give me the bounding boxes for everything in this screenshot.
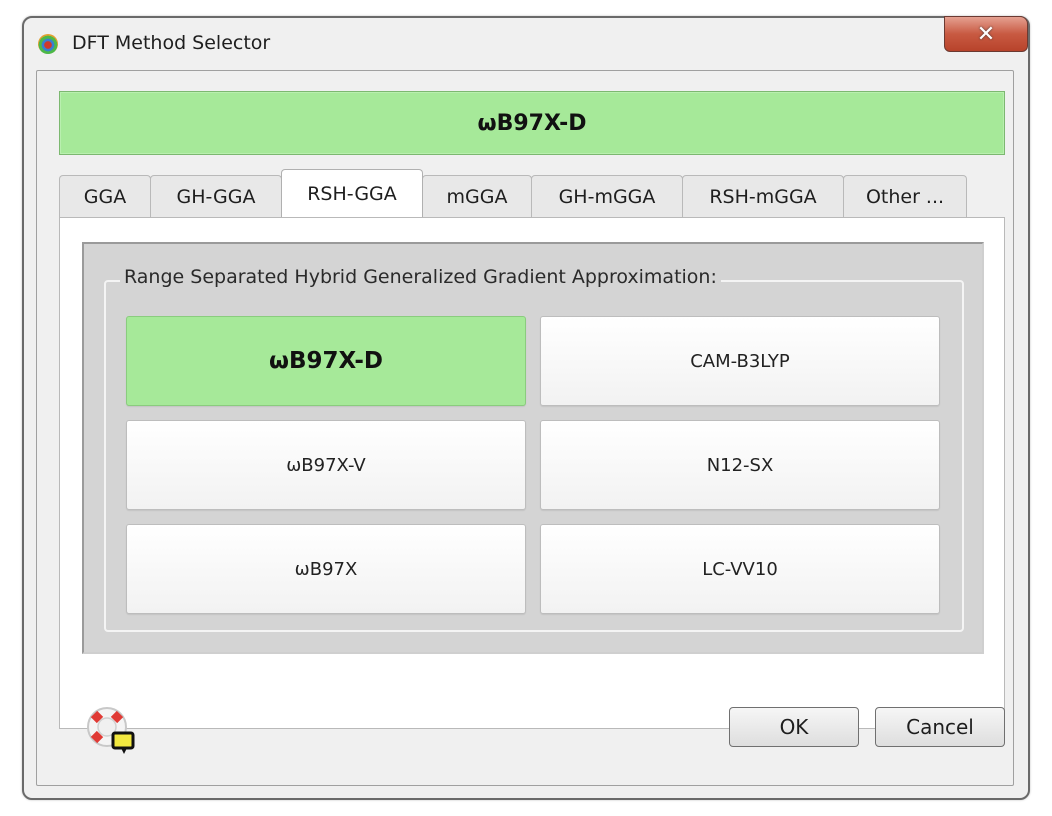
- groupbox-label: Range Separated Hybrid Generalized Gradi…: [120, 266, 721, 288]
- close-icon: ✕: [976, 21, 996, 47]
- method-grid: ωB97X-D CAM-B3LYP ωB97X-V N12-SX ωB97X L…: [126, 316, 942, 614]
- title-bar: DFT Method Selector ✕: [24, 16, 1028, 70]
- cancel-button[interactable]: Cancel: [875, 707, 1005, 747]
- selected-method-display: ωB97X-D: [59, 91, 1005, 155]
- tab-rsh-gga[interactable]: RSH-GGA: [281, 169, 423, 217]
- tab-gh-mgga[interactable]: GH-mGGA: [531, 175, 683, 217]
- lifebuoy-help-icon[interactable]: [81, 701, 141, 761]
- tab-gh-gga[interactable]: GH-GGA: [150, 175, 282, 217]
- dft-method-selector-dialog: DFT Method Selector ✕ ωB97X-D GGA GH-GGA…: [22, 16, 1030, 800]
- method-button-wb97x-d[interactable]: ωB97X-D: [126, 316, 526, 406]
- tab-panel-rsh-gga: Range Separated Hybrid Generalized Gradi…: [59, 217, 1005, 729]
- method-button-lc-vv10[interactable]: LC-VV10: [540, 524, 940, 614]
- method-button-n12-sx[interactable]: N12-SX: [540, 420, 940, 510]
- dialog-body: ωB97X-D GGA GH-GGA RSH-GGA mGGA GH-mGGA …: [36, 70, 1014, 786]
- method-groupbox: Range Separated Hybrid Generalized Gradi…: [104, 266, 964, 632]
- method-panel: Range Separated Hybrid Generalized Gradi…: [82, 242, 984, 654]
- method-button-wb97x[interactable]: ωB97X: [126, 524, 526, 614]
- tab-other[interactable]: Other ...: [843, 175, 967, 217]
- app-logo-icon: [38, 34, 58, 54]
- method-button-wb97x-v[interactable]: ωB97X-V: [126, 420, 526, 510]
- close-button[interactable]: ✕: [944, 16, 1028, 52]
- tab-mgga[interactable]: mGGA: [422, 175, 532, 217]
- tab-bar: GGA GH-GGA RSH-GGA mGGA GH-mGGA RSH-mGGA…: [59, 169, 967, 219]
- ok-button[interactable]: OK: [729, 707, 859, 747]
- method-button-cam-b3lyp[interactable]: CAM-B3LYP: [540, 316, 940, 406]
- window-title: DFT Method Selector: [72, 32, 271, 54]
- tab-rsh-mgga[interactable]: RSH-mGGA: [682, 175, 844, 217]
- tab-gga[interactable]: GGA: [59, 175, 151, 217]
